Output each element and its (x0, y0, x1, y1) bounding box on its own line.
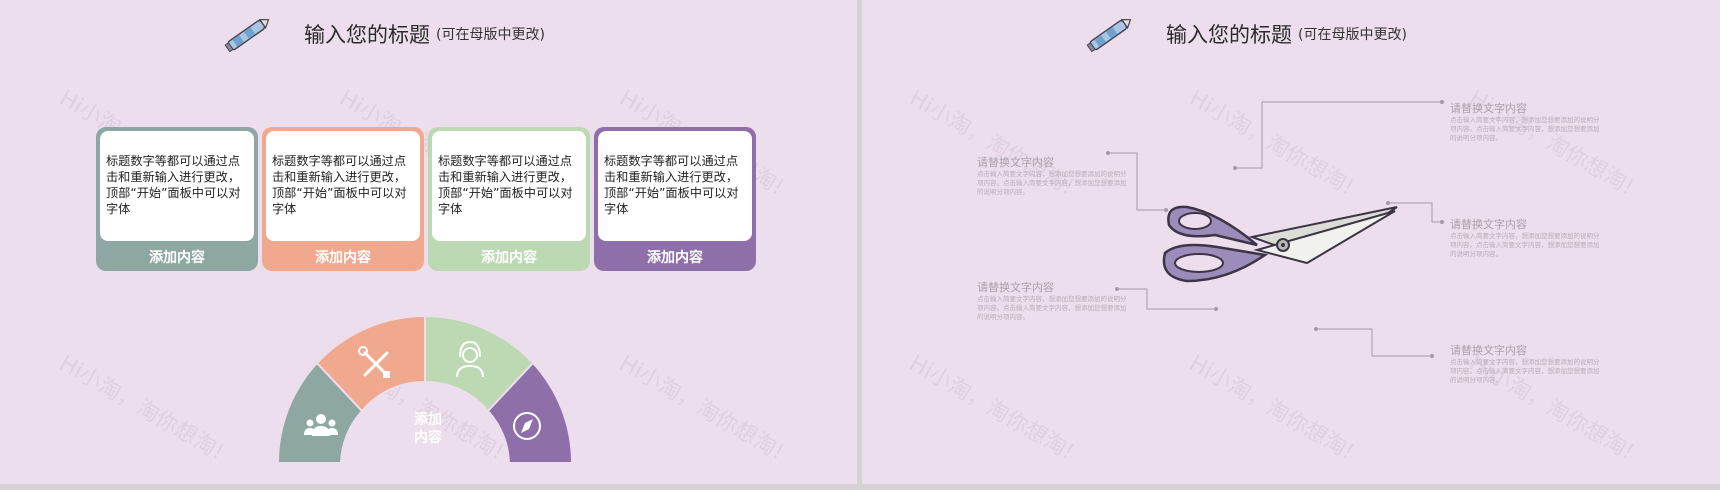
card-label: 添加内容 (315, 250, 371, 266)
card-label: 添加内容 (149, 250, 205, 266)
callout-body: 点击输入简要文字内容，想添加您想要添加的说明分项内容。点击输入简要文字内容，想添… (1450, 232, 1600, 258)
scissors-illustration (1162, 205, 1398, 283)
callout-body: 点击输入简要文字内容，想添加您想要添加的说明分项内容。点击输入简要文字内容，想添… (977, 295, 1127, 321)
slide-left[interactable]: Hi小淘，淘你想淘! Hi小淘，淘你想淘! Hi小淘，淘你想淘! Hi小淘，淘你… (0, 0, 857, 484)
callout-title: 请替换文字内容 (1450, 218, 1527, 231)
callout-body: 点击输入简要文字内容，想添加您想要添加的说明分项内容。点击输入简要文字内容，想添… (1450, 116, 1600, 142)
callout-title: 请替换文字内容 (1450, 344, 1527, 357)
callout-title: 请替换文字内容 (977, 281, 1054, 294)
watermark: Hi小淘，淘你想淘! (54, 350, 229, 466)
pen-icon (224, 18, 270, 53)
watermark: Hi小淘，淘你想淘! (614, 350, 789, 466)
card-text: 标题数字等都可以通过点击和重新输入进行更改，顶部“开始”面板中可以对字体 (266, 131, 420, 241)
card-label: 添加内容 (481, 250, 537, 266)
semicircle-diagram: 添加 内容 (276, 314, 574, 464)
title-bar: 输入您的标题 (可在母版中更改) (222, 18, 545, 53)
card-text: 标题数字等都可以通过点击和重新输入进行更改，顶部“开始”面板中可以对字体 (432, 131, 586, 241)
content-card-3[interactable]: 标题数字等都可以通过点击和重新输入进行更改，顶部“开始”面板中可以对字体 添加内… (428, 127, 590, 271)
center-label-line2: 内容 (414, 429, 442, 446)
callout-body: 点击输入简要文字内容，想添加您想要添加的说明分项内容。点击输入简要文字内容，想添… (977, 170, 1127, 196)
card-label: 添加内容 (647, 250, 703, 266)
page-subtitle: (可在母版中更改) (436, 27, 545, 43)
callout-title: 请替换文字内容 (1450, 102, 1527, 115)
content-card-1[interactable]: 标题数字等都可以通过点击和重新输入进行更改，顶部“开始”面板中可以对字体 添加内… (96, 127, 258, 271)
content-card-2[interactable]: 标题数字等都可以通过点击和重新输入进行更改，顶部“开始”面板中可以对字体 添加内… (262, 127, 424, 271)
page-title: 输入您的标题 (304, 23, 430, 47)
content-card-4[interactable]: 标题数字等都可以通过点击和重新输入进行更改，顶部“开始”面板中可以对字体 添加内… (594, 127, 756, 271)
card-text: 标题数字等都可以通过点击和重新输入进行更改，顶部“开始”面板中可以对字体 (100, 131, 254, 241)
callout-body: 点击输入简要文字内容，想添加您想要添加的说明分项内容。点击输入简要文字内容，想添… (1450, 358, 1600, 384)
card-text: 标题数字等都可以通过点击和重新输入进行更改，顶部“开始”面板中可以对字体 (598, 131, 752, 241)
slide-right[interactable]: Hi小淘，淘你想淘! Hi小淘，淘你想淘! Hi小淘，淘你想淘! Hi小淘，淘你… (862, 0, 1720, 484)
center-label-line1: 添加 (414, 411, 442, 428)
callout-title: 请替换文字内容 (977, 156, 1054, 169)
